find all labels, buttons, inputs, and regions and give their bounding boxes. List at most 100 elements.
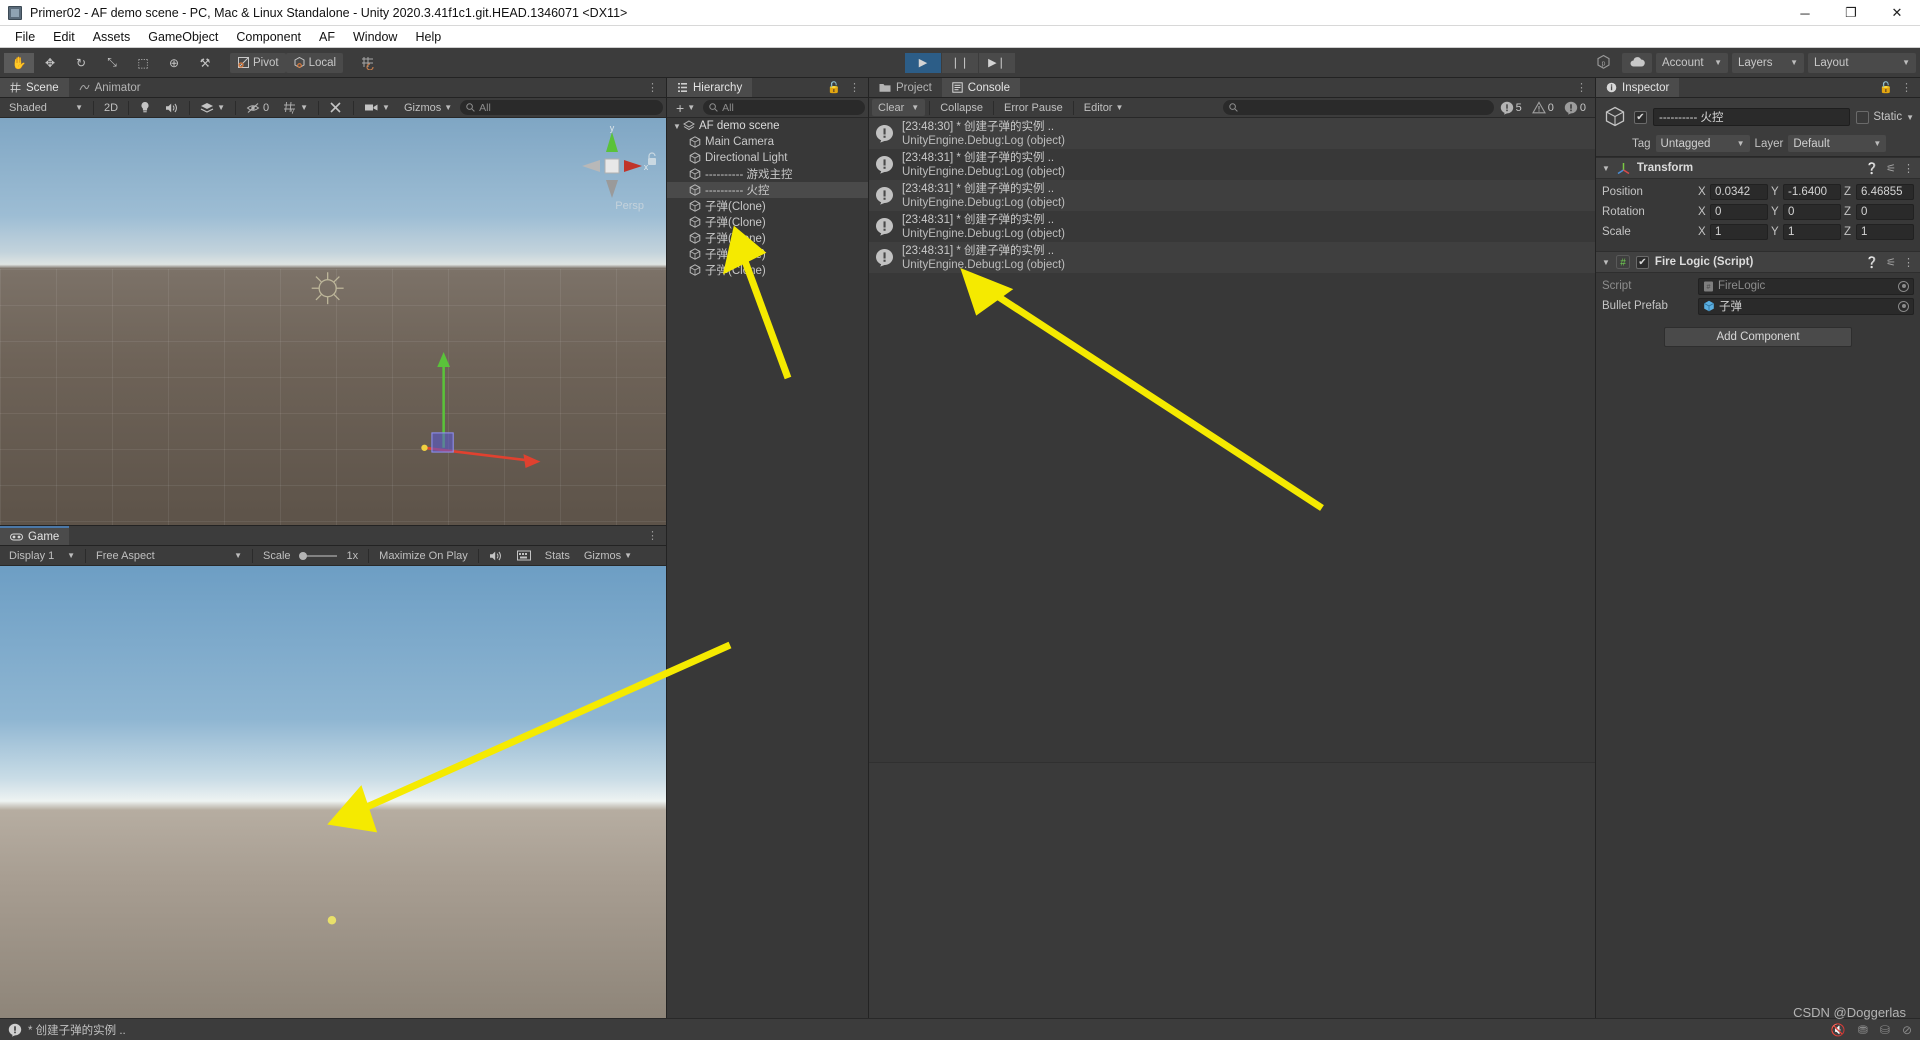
move-tool[interactable]: ✥ — [35, 52, 65, 73]
console-error-count[interactable]: 0 — [1560, 101, 1590, 115]
hierarchy-item[interactable]: 子弹(Clone) — [667, 198, 868, 214]
kebab-menu-icon[interactable]: ⋮ — [849, 81, 860, 94]
console-clear-button[interactable]: Clear ▼ — [872, 99, 926, 116]
hierarchy-item[interactable]: ▼ AF demo scene — [667, 118, 868, 134]
console-info-count[interactable]: 5 — [1496, 101, 1526, 115]
layers-dropdown[interactable]: Layers ▼ — [1732, 52, 1804, 73]
search-service-icon[interactable]: p — [1588, 52, 1618, 73]
hierarchy-item[interactable]: ---------- 游戏主控 — [667, 166, 868, 182]
scene-viewport[interactable]: y x Persp — [0, 118, 666, 525]
rect-tool[interactable]: ⬚ — [128, 52, 158, 73]
scale-y-input[interactable]: 1 — [1783, 224, 1841, 240]
check-icon[interactable]: ⊘ — [1902, 1023, 1912, 1037]
scale-x-input[interactable]: 1 — [1710, 224, 1768, 240]
pause-button[interactable]: ❘❘ — [942, 52, 978, 73]
account-dropdown[interactable]: Account ▼ — [1656, 52, 1728, 73]
scene-camera-dropdown[interactable]: ▼ — [358, 99, 396, 116]
close-button[interactable]: ✕ — [1874, 0, 1920, 26]
pivot-toggle[interactable]: Pivot — [230, 52, 286, 73]
console-message-row[interactable]: [23:48:31] * 创建子弹的实例 .. UnityEngine.Debug… — [869, 242, 1595, 273]
console-collapse-toggle[interactable]: Collapse — [934, 99, 989, 116]
scale-tool[interactable]: ⤡ — [97, 52, 127, 73]
add-component-button[interactable]: Add Component — [1664, 327, 1852, 347]
scene-tools-button[interactable] — [323, 99, 349, 116]
tab-scene[interactable]: Scene — [0, 78, 69, 97]
object-picker-icon[interactable] — [1898, 300, 1909, 312]
menu-item-gameobject[interactable]: GameObject — [139, 28, 227, 46]
shading-mode-dropdown[interactable]: Shaded ▼ — [3, 99, 89, 116]
object-picker-icon[interactable] — [1898, 280, 1909, 292]
grid-snap-button[interactable] — [353, 52, 384, 73]
tab-animator[interactable]: Animator — [68, 78, 151, 97]
rotation-z-input[interactable]: 0 — [1856, 204, 1914, 220]
gameobject-enabled-checkbox[interactable]: ✔ — [1634, 110, 1647, 124]
firelogic-enabled-checkbox[interactable]: ✔ — [1635, 255, 1649, 269]
lock-icon[interactable]: 🔓 — [827, 81, 841, 94]
layers-icon[interactable]: ⛃ — [1858, 1023, 1868, 1037]
bullet-prefab-object-field[interactable]: 子弹 — [1698, 297, 1914, 315]
console-warning-count[interactable]: 0 — [1528, 100, 1558, 115]
console-message-list[interactable]: [23:48:30] * 创建子弹的实例 .. UnityEngine.Debug… — [869, 118, 1595, 763]
firelogic-component-header[interactable]: ▼ # ✔ Fire Logic (Script) ❔ ⚟ ⋮ — [1596, 251, 1920, 273]
scene-gizmos-dropdown[interactable]: Gizmos ▼ — [398, 99, 458, 116]
menu-item-af[interactable]: AF — [310, 28, 344, 46]
hierarchy-add-button[interactable]: + ▼ — [670, 99, 701, 116]
maximize-button[interactable]: ❐ — [1828, 0, 1874, 26]
scene-lighting-toggle[interactable] — [133, 99, 157, 116]
preset-icon[interactable]: ⚟ — [1886, 256, 1896, 269]
step-button[interactable]: ▶❘ — [979, 52, 1015, 73]
tab-project[interactable]: Project — [869, 78, 942, 97]
game-stats-toggle[interactable]: Stats — [539, 547, 576, 564]
scale-slider[interactable]: Scale 1x — [257, 547, 364, 564]
scale-z-input[interactable]: 1 — [1856, 224, 1914, 240]
tab-hierarchy[interactable]: Hierarchy — [667, 78, 753, 97]
rotate-tool[interactable]: ↻ — [66, 52, 96, 73]
menu-item-component[interactable]: Component — [227, 28, 310, 46]
local-toggle[interactable]: Local — [285, 52, 344, 73]
game-mute-toggle[interactable] — [483, 547, 509, 564]
maximize-on-play-toggle[interactable]: Maximize On Play — [373, 547, 474, 564]
tab-console[interactable]: Console — [941, 78, 1020, 97]
transform-component-header[interactable]: ▼ Transform ❔ ⚟ ⋮ — [1596, 157, 1920, 179]
hierarchy-item[interactable]: 子弹(Clone) — [667, 214, 868, 230]
minimize-button[interactable]: ─ — [1782, 0, 1828, 26]
console-editor-dropdown[interactable]: Editor ▼ — [1078, 99, 1130, 116]
aspect-dropdown[interactable]: Free Aspect ▼ — [90, 547, 248, 564]
menu-item-file[interactable]: File — [6, 28, 44, 46]
hierarchy-item[interactable]: 子弹(Clone) — [667, 230, 868, 246]
hierarchy-item[interactable]: ---------- 火控 — [667, 182, 868, 198]
hierarchy-item[interactable]: Directional Light — [667, 150, 868, 166]
menu-item-help[interactable]: Help — [406, 28, 450, 46]
position-x-input[interactable]: 0.0342 — [1710, 184, 1768, 200]
hierarchy-list[interactable]: ▼ AF demo scene Main Camera Directional Lig… — [667, 118, 868, 1018]
console-search-input[interactable] — [1223, 100, 1494, 115]
kebab-menu-icon[interactable]: ⋮ — [1903, 162, 1914, 175]
static-toggle[interactable]: Static ▼ — [1856, 110, 1914, 124]
tab-inspector[interactable]: Inspector — [1596, 78, 1680, 97]
console-message-row[interactable]: [23:48:30] * 创建子弹的实例 .. UnityEngine.Debug… — [869, 118, 1595, 149]
console-message-row[interactable]: [23:48:31] * 创建子弹的实例 .. UnityEngine.Debug… — [869, 180, 1595, 211]
kebab-menu-icon[interactable]: ⋮ — [647, 529, 658, 542]
position-z-input[interactable]: 6.46855 — [1856, 184, 1914, 200]
scene-lock-icon[interactable] — [646, 152, 658, 169]
tab-game[interactable]: Game — [0, 526, 70, 545]
display-dropdown[interactable]: Display 1 ▼ — [3, 547, 81, 564]
game-viewport[interactable] — [0, 566, 666, 1018]
menu-item-assets[interactable]: Assets — [84, 28, 140, 46]
scene-hidden-objects[interactable]: 0 — [240, 99, 275, 116]
rotation-y-input[interactable]: 0 — [1783, 204, 1841, 220]
foldout-icon[interactable]: ▼ — [671, 122, 683, 131]
hand-tool[interactable]: ✋ — [4, 52, 34, 73]
tag-dropdown[interactable]: Untagged ▼ — [1655, 135, 1750, 152]
kebab-menu-icon[interactable]: ⋮ — [647, 81, 658, 94]
2d-toggle[interactable]: 2D — [98, 99, 124, 116]
static-checkbox[interactable] — [1856, 110, 1870, 124]
game-stats-icon-button[interactable] — [511, 547, 537, 564]
layout-dropdown[interactable]: Layout ▼ — [1808, 52, 1916, 73]
foldout-icon[interactable]: ▼ — [1602, 258, 1610, 267]
gameobject-name-field[interactable]: ---------- 火控 — [1653, 108, 1851, 126]
position-y-input[interactable]: -1.6400 — [1783, 184, 1841, 200]
kebab-menu-icon[interactable]: ⋮ — [1576, 81, 1587, 94]
menu-item-edit[interactable]: Edit — [44, 28, 84, 46]
console-error-pause-toggle[interactable]: Error Pause — [998, 99, 1069, 116]
